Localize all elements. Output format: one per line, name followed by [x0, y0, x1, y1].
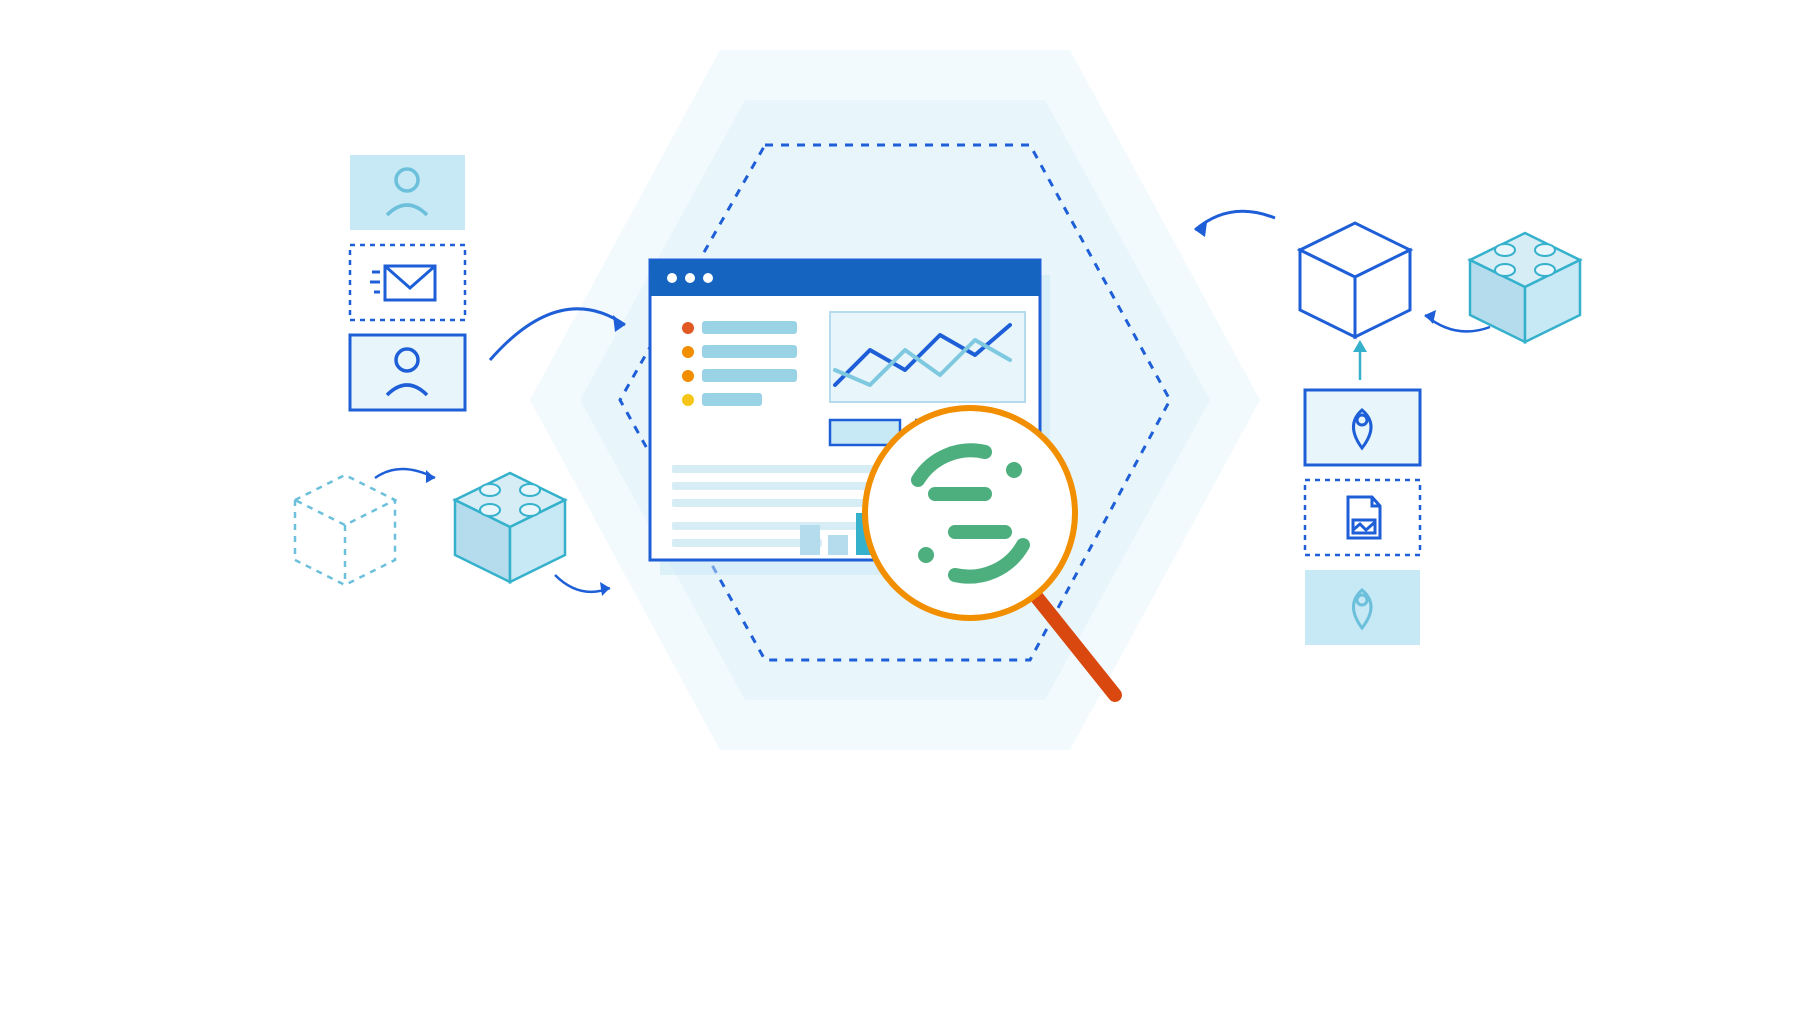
tile-location-light: [1305, 570, 1420, 645]
right-tiles: [1305, 390, 1420, 645]
left-tiles: [350, 155, 465, 410]
cube-block-right: [1470, 233, 1580, 342]
right-cubes: [1195, 211, 1580, 380]
cube-block: [455, 473, 565, 582]
email-icon: [370, 266, 435, 300]
left-cubes: [295, 469, 610, 596]
document-image-icon: [1348, 497, 1380, 538]
cube-outline: [1300, 223, 1410, 337]
tile-location-stroke: [1305, 390, 1420, 465]
tile-email-dashed: [350, 245, 465, 320]
arrow-hex-to-cube: [1195, 211, 1275, 230]
cube-dashed: [295, 475, 395, 585]
tile-document-dashed: [1305, 480, 1420, 555]
diagram-illustration: [0, 0, 1800, 1013]
line-chart-panel: [830, 312, 1025, 402]
